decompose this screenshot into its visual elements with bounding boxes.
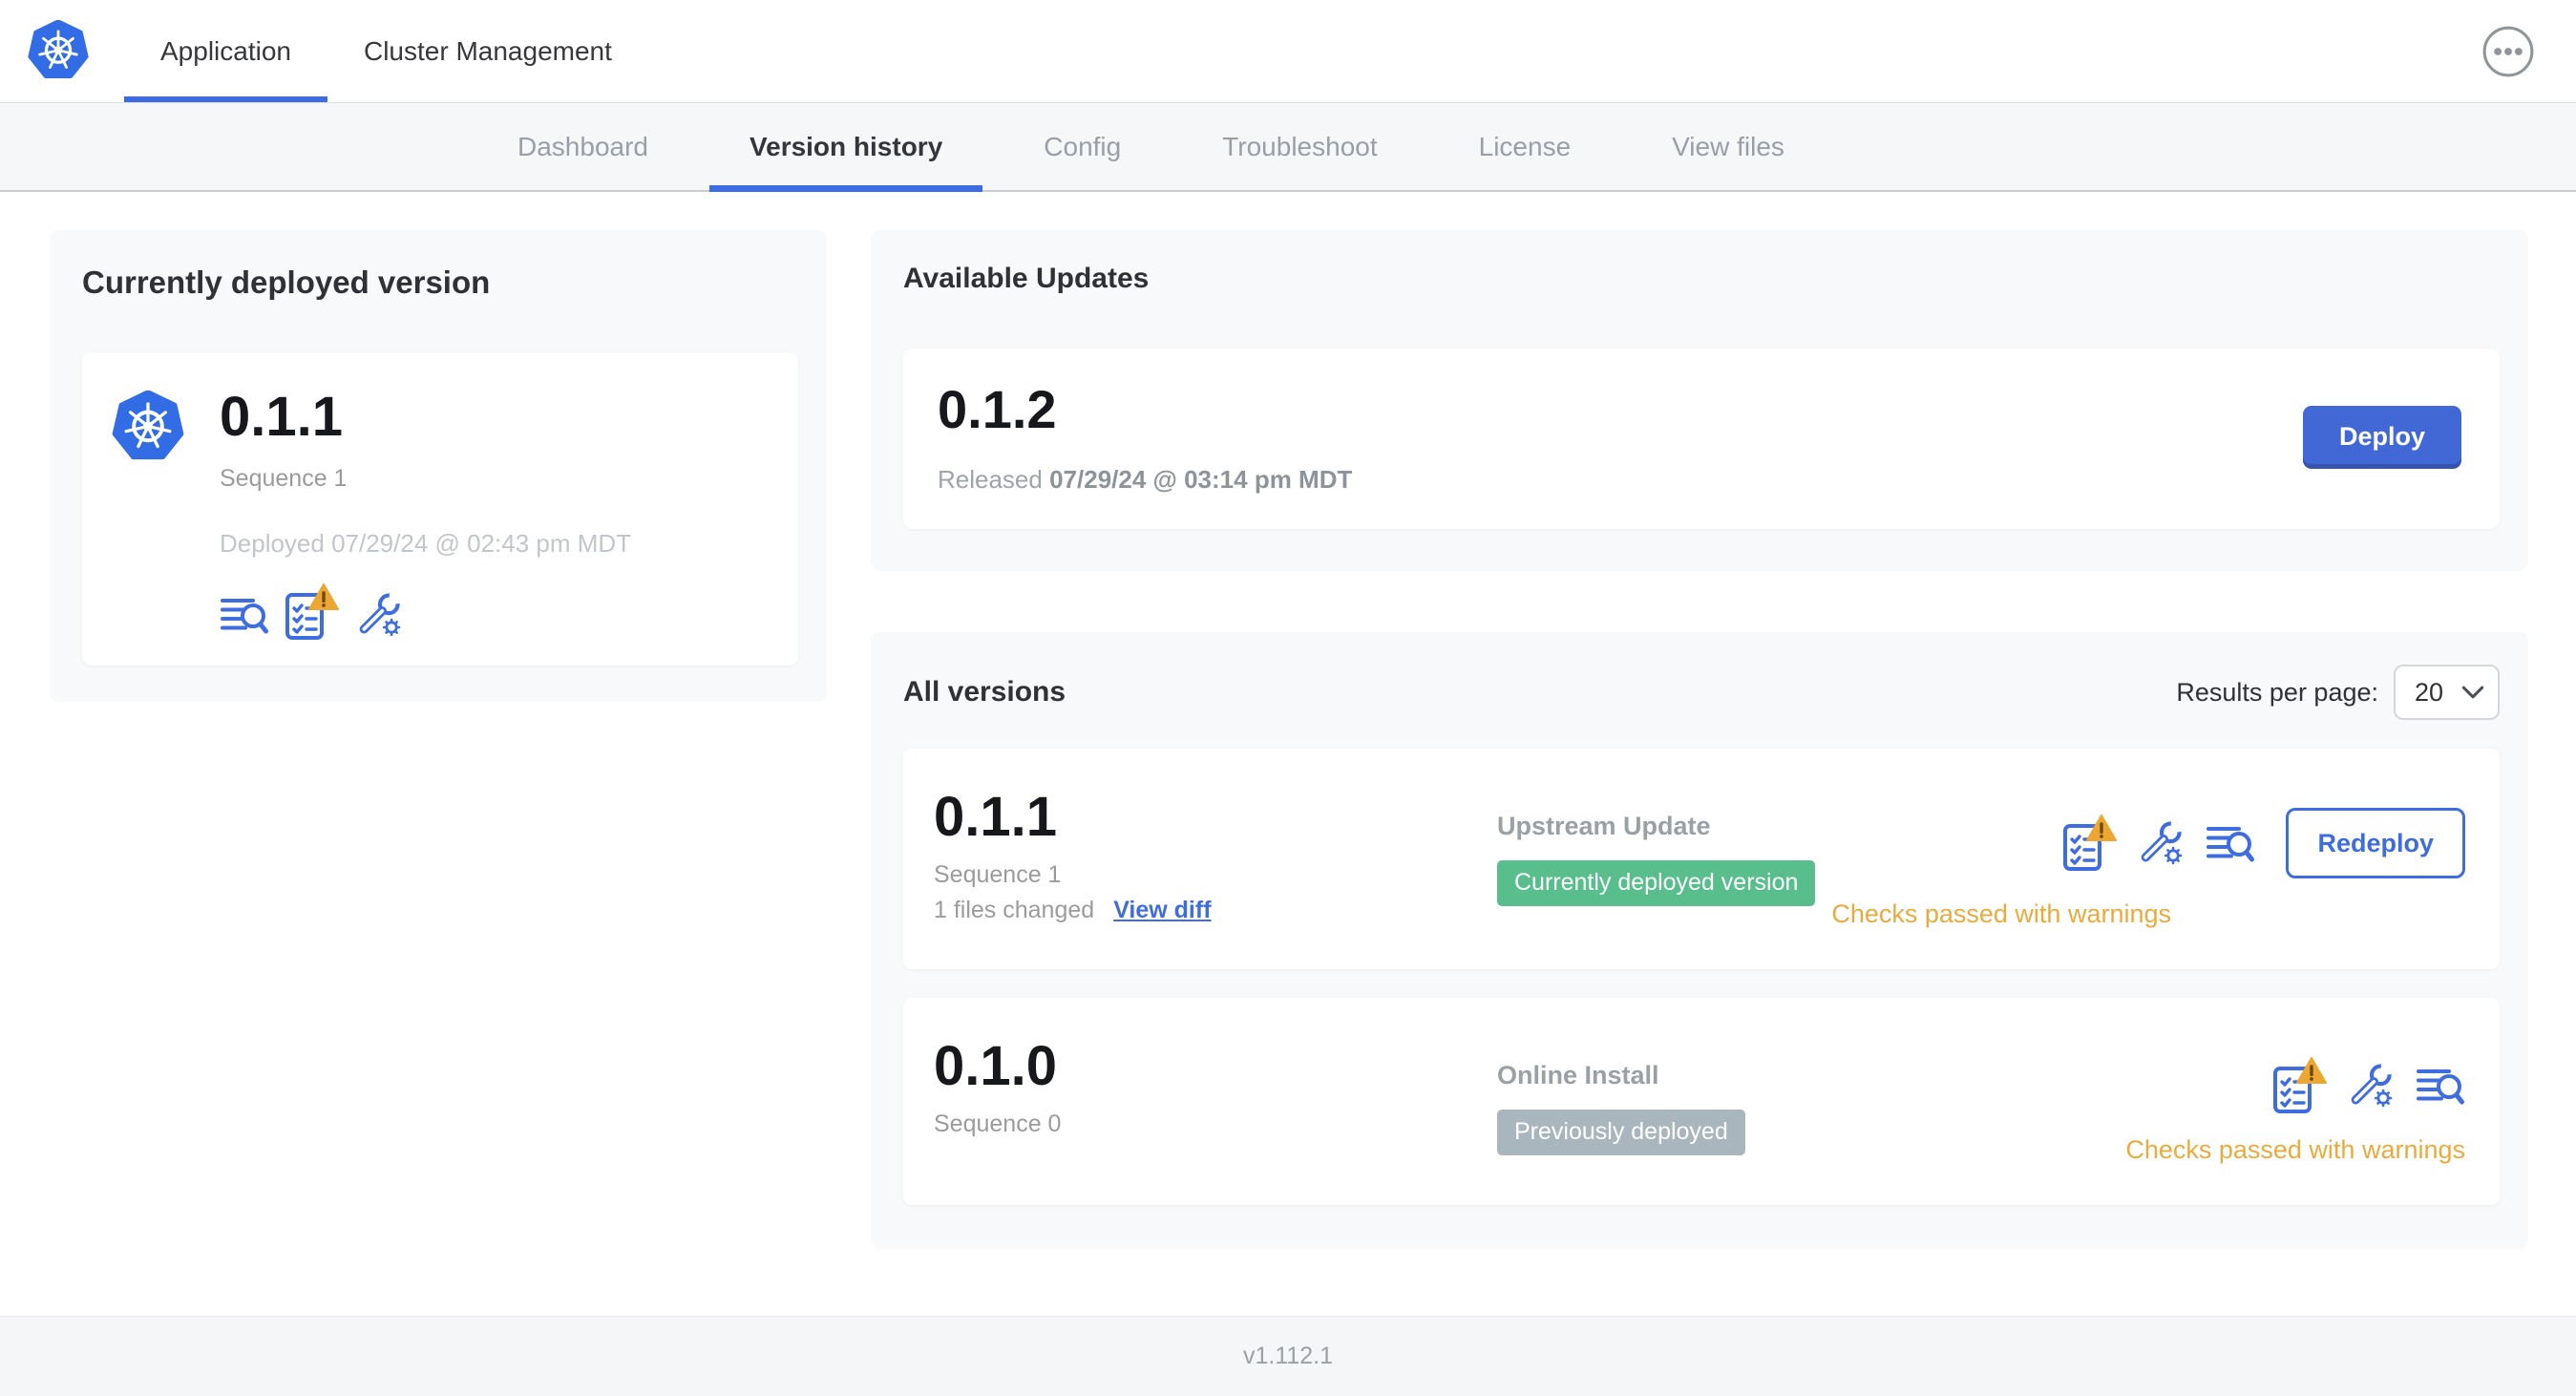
view-files-icon[interactable] (2206, 817, 2255, 869)
tab-dashboard[interactable]: Dashboard (477, 103, 688, 190)
update-details: 0.1.2 Released 07/29/24 @ 03:14 pm MDT (938, 379, 1352, 495)
version-row-actions: Redeploy Checks passed with warnings (1831, 787, 2465, 929)
console-version: v1.112.1 (1242, 1343, 1334, 1369)
view-files-icon[interactable] (2416, 1060, 2465, 1111)
version-row: 0.1.1 Sequence 1 1 files changed View di… (903, 749, 2500, 969)
deployed-version-details: 0.1.1 Sequence 1 Deployed 07/29/24 @ 02:… (220, 385, 631, 641)
app-footer: v1.112.1 (0, 1316, 2576, 1396)
version-sequence: Sequence 0 (934, 1110, 1062, 1137)
update-version-number: 0.1.2 (938, 379, 1057, 439)
version-number: 0.1.1 (934, 786, 1057, 848)
available-updates-title: Available Updates (903, 263, 1150, 294)
files-changed-count: 1 files changed (934, 897, 1095, 923)
tab-license[interactable]: License (1439, 103, 1612, 190)
update-released-timestamp: Released 07/29/24 @ 03:14 pm MDT (938, 465, 1352, 495)
tab-troubleshoot[interactable]: Troubleshoot (1182, 103, 1417, 190)
deployed-version-number: 0.1.1 (220, 386, 343, 448)
config-icon[interactable] (2137, 817, 2187, 869)
version-row-source: Online Install Previously deployed (1497, 1036, 2125, 1155)
files-changed: 1 files changed View diff (934, 897, 1497, 924)
tab-application[interactable]: Application (124, 0, 327, 102)
version-row: 0.1.0 Sequence 0 Online Install Previous… (903, 998, 2500, 1205)
section-nav: Dashboard Version history Config Trouble… (0, 103, 2576, 192)
version-row-info: 0.1.1 Sequence 1 1 files changed View di… (934, 787, 1497, 924)
current-version-column: Currently deployed version 0.1.1 Sequenc… (50, 230, 827, 702)
deploy-button[interactable]: Deploy (2302, 405, 2461, 469)
overflow-menu-button[interactable] (2481, 24, 2536, 79)
versions-column: Available Updates 0.1.2 Released 07/29/2… (871, 230, 2528, 1249)
version-row-info: 0.1.0 Sequence 0 (934, 1036, 1497, 1138)
deployment-status-badge: Currently deployed version (1497, 860, 1816, 906)
app-tabs: Application Cluster Management (124, 0, 648, 102)
config-icon[interactable] (355, 589, 405, 641)
released-date: 07/29/24 @ 03:14 pm MDT (1049, 465, 1353, 494)
tab-view-files[interactable]: View files (1632, 103, 1825, 190)
all-versions-panel: All versions Results per page: 20 0.1.1 … (871, 632, 2528, 1249)
released-prefix: Released (938, 465, 1043, 494)
all-versions-title: All versions (903, 676, 1066, 708)
deployed-timestamp: Deployed 07/29/24 @ 02:43 pm MDT (220, 529, 632, 558)
config-icon[interactable] (2347, 1060, 2397, 1111)
version-source-label: Online Install (1497, 1061, 1659, 1089)
preflight-status-text[interactable]: Checks passed with warnings (1831, 899, 2171, 929)
results-per-page-select[interactable]: 20 (2394, 665, 2500, 720)
results-per-page-dropdown[interactable]: 20 (2394, 665, 2500, 720)
app-icon (111, 391, 185, 465)
kubernetes-logo-icon (27, 19, 90, 83)
kots-admin-console: Application Cluster Management Dashboard… (0, 0, 2576, 1396)
tab-cluster-management[interactable]: Cluster Management (327, 0, 648, 102)
results-per-page: Results per page: 20 (2176, 665, 2500, 720)
currently-deployed-panel: Currently deployed version 0.1.1 Sequenc… (50, 230, 827, 702)
version-sequence: Sequence 1 (934, 861, 1062, 888)
update-card: 0.1.2 Released 07/29/24 @ 03:14 pm MDT D… (903, 349, 2500, 529)
deployed-version-card: 0.1.1 Sequence 1 Deployed 07/29/24 @ 02:… (82, 352, 798, 666)
results-per-page-label: Results per page: (2176, 677, 2378, 707)
preflight-checks-warning-icon[interactable] (2272, 1057, 2328, 1114)
deployed-sequence: Sequence 1 (220, 465, 348, 492)
version-number: 0.1.0 (934, 1035, 1057, 1097)
available-updates-panel: Available Updates 0.1.2 Released 07/29/2… (871, 230, 2528, 571)
top-bar: Application Cluster Management (0, 0, 2576, 103)
view-files-icon[interactable] (220, 589, 269, 641)
tab-config[interactable]: Config (1003, 103, 1161, 190)
all-versions-header: All versions Results per page: 20 (903, 665, 2500, 720)
version-source-label: Upstream Update (1497, 812, 1711, 840)
version-row-actions: Checks passed with warnings (2125, 1036, 2465, 1165)
currently-deployed-title: Currently deployed version (82, 264, 491, 300)
main-content: Currently deployed version 0.1.1 Sequenc… (0, 192, 2576, 1316)
tab-version-history[interactable]: Version history (708, 103, 983, 192)
preflight-checks-warning-icon[interactable] (2062, 814, 2118, 872)
deployment-status-badge: Previously deployed (1497, 1110, 1745, 1155)
version-row-source: Upstream Update Currently deployed versi… (1497, 787, 1831, 906)
deployed-version-actions (220, 583, 631, 641)
view-diff-link[interactable]: View diff (1113, 897, 1211, 924)
preflight-checks-warning-icon[interactable] (285, 583, 340, 641)
redeploy-button[interactable]: Redeploy (2286, 808, 2465, 878)
preflight-status-text[interactable]: Checks passed with warnings (2125, 1135, 2465, 1165)
